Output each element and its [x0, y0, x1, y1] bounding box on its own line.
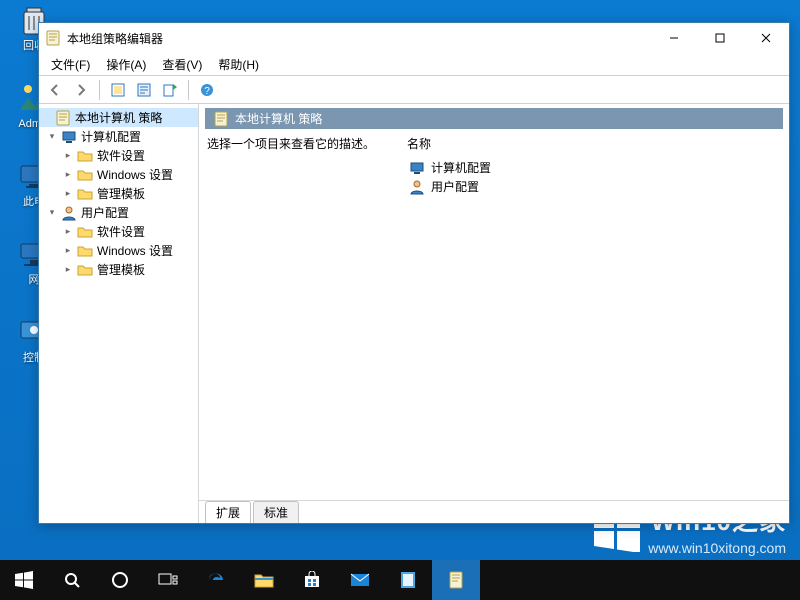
expander-icon[interactable]: ▾: [45, 131, 59, 142]
policy-icon: [55, 110, 71, 126]
expander-icon[interactable]: ▸: [61, 226, 75, 237]
folder-icon: [77, 186, 93, 202]
folder-icon: [77, 224, 93, 240]
computer-icon: [61, 129, 77, 145]
expander-icon[interactable]: ▸: [61, 264, 75, 275]
list-item-label: 计算机配置: [431, 159, 491, 176]
menu-action[interactable]: 操作(A): [98, 54, 154, 75]
up-button[interactable]: [106, 78, 130, 102]
help-button[interactable]: ?: [195, 78, 219, 102]
user-icon: [409, 179, 425, 195]
folder-icon: [77, 148, 93, 164]
details-header-text: 本地计算机 策略: [235, 110, 322, 127]
folder-icon: [77, 243, 93, 259]
export-button[interactable]: [158, 78, 182, 102]
tree-label: 本地计算机 策略: [75, 109, 162, 126]
details-prompt: 选择一个项目来查看它的描述。: [207, 135, 407, 152]
list-item-label: 用户配置: [431, 178, 479, 195]
folder-icon: [77, 167, 93, 183]
window-title: 本地组策略编辑器: [67, 30, 651, 47]
column-name[interactable]: 名称: [407, 135, 781, 152]
tree-label: 软件设置: [97, 223, 145, 240]
menu-help[interactable]: 帮助(H): [210, 54, 267, 75]
tree-label: 用户配置: [81, 204, 129, 221]
watermark-subtitle: www.win10xitong.com: [648, 540, 786, 556]
tab-extended[interactable]: 扩展: [205, 501, 251, 523]
tree-windows-settings-user[interactable]: ▸ Windows 设置: [39, 241, 198, 260]
list-item-user-config[interactable]: 用户配置: [407, 177, 781, 196]
tree-label: Windows 设置: [97, 242, 173, 259]
expander-icon[interactable]: ▸: [61, 150, 75, 161]
details-header: 本地计算机 策略: [205, 108, 783, 129]
cortana-button[interactable]: [96, 560, 144, 600]
svg-text:?: ?: [204, 86, 210, 97]
expander-icon[interactable]: ▸: [61, 169, 75, 180]
maximize-button[interactable]: [697, 23, 743, 53]
taskview-button[interactable]: [144, 560, 192, 600]
gpedit-window: 本地组策略编辑器 文件(F) 操作(A) 查看(V) 帮助(H) ? 本地计算机…: [38, 22, 790, 524]
expander-icon[interactable]: ▾: [45, 207, 59, 218]
back-button[interactable]: [43, 78, 67, 102]
tree-user-config[interactable]: ▾ 用户配置: [39, 203, 198, 222]
user-icon: [61, 205, 77, 221]
tab-strip: 扩展 标准: [199, 501, 789, 523]
tree-label: 管理模板: [97, 261, 145, 278]
explorer-button[interactable]: [240, 560, 288, 600]
menu-file[interactable]: 文件(F): [43, 54, 98, 75]
store-button[interactable]: [288, 560, 336, 600]
tree-label: 计算机配置: [81, 128, 141, 145]
expander-icon[interactable]: ▸: [61, 188, 75, 199]
list-item-computer-config[interactable]: 计算机配置: [407, 158, 781, 177]
taskbar: [0, 560, 800, 600]
tree-label: 管理模板: [97, 185, 145, 202]
tree-admin-templates-user[interactable]: ▸ 管理模板: [39, 260, 198, 279]
edge-button[interactable]: [192, 560, 240, 600]
properties-button[interactable]: [132, 78, 156, 102]
folder-icon: [77, 262, 93, 278]
search-button[interactable]: [48, 560, 96, 600]
details-pane: 本地计算机 策略 选择一个项目来查看它的描述。 名称 计算机配置: [199, 104, 789, 523]
computer-icon: [409, 160, 425, 176]
app-icon: [45, 30, 61, 46]
tree-label: Windows 设置: [97, 166, 173, 183]
gpedit-taskbar-button[interactable]: [432, 560, 480, 600]
tree-windows-settings[interactable]: ▸ Windows 设置: [39, 165, 198, 184]
titlebar[interactable]: 本地组策略编辑器: [39, 23, 789, 53]
menubar: 文件(F) 操作(A) 查看(V) 帮助(H): [39, 53, 789, 75]
tree-root[interactable]: 本地计算机 策略: [39, 108, 198, 127]
forward-button[interactable]: [69, 78, 93, 102]
start-button[interactable]: [0, 560, 48, 600]
toolbar: ?: [39, 76, 789, 104]
tree-computer-config[interactable]: ▾ 计算机配置: [39, 127, 198, 146]
tree-software-settings[interactable]: ▸ 软件设置: [39, 146, 198, 165]
close-button[interactable]: [743, 23, 789, 53]
mail-button[interactable]: [336, 560, 384, 600]
policy-icon: [213, 111, 229, 127]
tree-pane[interactable]: 本地计算机 策略 ▾ 计算机配置 ▸ 软件设置 ▸ Windows 设置 ▸ 管…: [39, 104, 199, 523]
tree-software-settings-user[interactable]: ▸ 软件设置: [39, 222, 198, 241]
expander-icon[interactable]: ▸: [61, 245, 75, 256]
minimize-button[interactable]: [651, 23, 697, 53]
tree-label: 软件设置: [97, 147, 145, 164]
notepad-button[interactable]: [384, 560, 432, 600]
tab-standard[interactable]: 标准: [253, 501, 299, 523]
tree-admin-templates[interactable]: ▸ 管理模板: [39, 184, 198, 203]
menu-view[interactable]: 查看(V): [154, 54, 210, 75]
